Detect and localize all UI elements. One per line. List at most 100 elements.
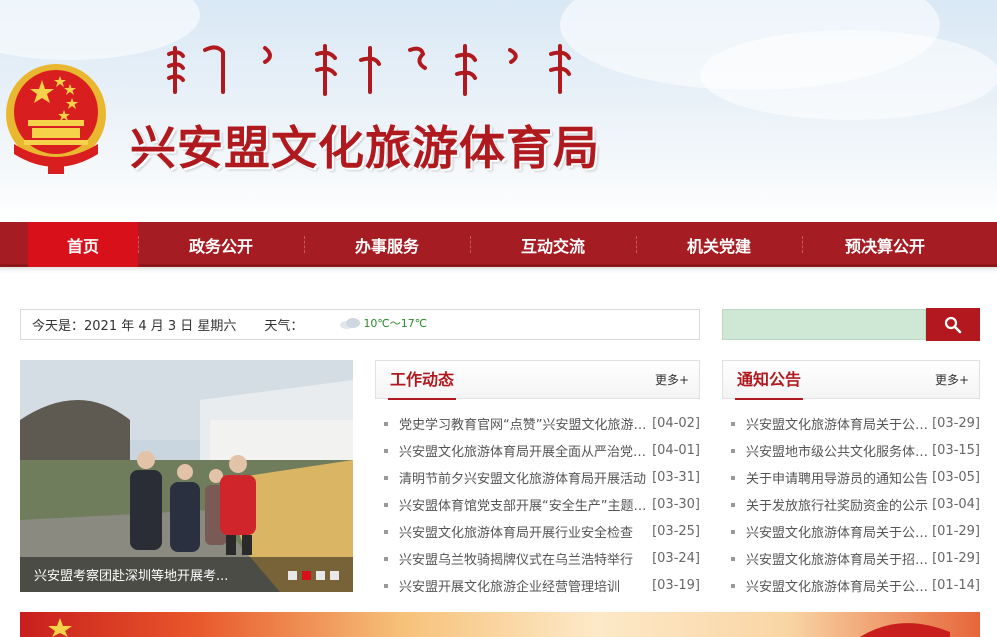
nav-item-2[interactable]: 办事服务 <box>304 222 470 267</box>
list-item[interactable]: 兴安盟地市级公共文化服务体系示范区[03-15] <box>722 437 980 464</box>
notice-list: 兴安盟文化旅游体育局关于公示的通知[03-29]兴安盟地市级公共文化服务体系示范… <box>722 410 980 599</box>
list-item-title[interactable]: 兴安盟开展文化旅游企业经营管理培训 <box>399 576 652 595</box>
list-item[interactable]: 兴安盟乌兰牧骑揭牌仪式在乌兰浩特举行 [03-24] <box>375 545 700 572</box>
list-item[interactable]: 兴安盟文化旅游体育局开展全面从严治党工作 [04-01] <box>375 437 700 464</box>
nav-item-label: 办事服务 <box>354 236 419 256</box>
list-item-title[interactable]: 党史学习教育官网“点赞”兴安盟文化旅游体育局 <box>399 414 652 433</box>
date-weather-bar: 今天是：2021 年 4 月 3 日 星期六 天气： 10℃～17℃ <box>20 309 700 340</box>
bottom-banner[interactable] <box>20 612 980 637</box>
list-item[interactable]: 兴安盟文化旅游体育局关于公示的通知[03-29] <box>722 410 980 437</box>
list-item-title[interactable]: 兴安盟体育馆党支部开展“安全生产”主题活动 <box>399 495 652 514</box>
list-item-date: [03-31] <box>652 470 700 485</box>
list-item[interactable]: 党史学习教育官网“点赞”兴安盟文化旅游体育局 [04-02] <box>375 410 700 437</box>
nav-separator <box>636 236 637 253</box>
nav-item-label: 互动交流 <box>520 236 585 256</box>
bullet-icon <box>384 475 388 480</box>
slider-dot[interactable] <box>302 571 311 580</box>
nav-shadow-bar <box>0 267 997 287</box>
list-item-date: [03-29] <box>932 416 980 431</box>
slider-dot[interactable] <box>316 571 325 580</box>
nav-item-1[interactable]: 政务公开 <box>138 222 304 267</box>
bullet-icon <box>731 475 735 480</box>
search-icon <box>944 316 962 333</box>
list-item[interactable]: 兴安盟文化旅游体育局关于招聘的通知[01-29] <box>722 545 980 572</box>
bullet-icon <box>384 448 388 453</box>
bullet-icon <box>731 556 735 561</box>
list-item-title[interactable]: 关于申请聘用导游员的通知公告 <box>746 468 932 487</box>
list-item[interactable]: 兴安盟文化旅游体育局关于公布的通知[01-14] <box>722 572 980 599</box>
list-item-title[interactable]: 兴安盟文化旅游体育局开展行业安全检查 <box>399 522 652 541</box>
list-item-title[interactable]: 兴安盟乌兰牧骑揭牌仪式在乌兰浩特举行 <box>399 549 652 568</box>
list-item-date: [01-14] <box>932 578 980 593</box>
national-emblem-icon <box>6 64 106 174</box>
list-item-date: [03-25] <box>652 524 700 539</box>
main-nav: 首页 政务公开 办事服务 互动交流 机关党建 预决算公开 <box>0 222 997 267</box>
nav-item-4[interactable]: 机关党建 <box>636 222 802 267</box>
bullet-icon <box>384 421 388 426</box>
nav-item-label: 预决算公开 <box>844 236 925 256</box>
search-input[interactable] <box>722 309 926 340</box>
panel-title[interactable]: 通知公告 <box>735 361 804 400</box>
bullet-icon <box>731 421 735 426</box>
list-item[interactable]: 关于申请聘用导游员的通知公告 [03-05] <box>722 464 980 491</box>
bullet-icon <box>731 448 735 453</box>
list-item[interactable]: 兴安盟开展文化旅游企业经营管理培训 [03-19] <box>375 572 700 599</box>
list-item-title[interactable]: 兴安盟文化旅游体育局关于公示的通知 <box>746 414 932 433</box>
bullet-icon <box>731 502 735 507</box>
list-item-title[interactable]: 兴安盟文化旅游体育局关于公示的通知 <box>746 522 932 541</box>
list-item[interactable]: 兴安盟文化旅游体育局关于公示的通知[01-29] <box>722 518 980 545</box>
nav-separator <box>802 236 803 253</box>
search-button[interactable] <box>926 308 980 341</box>
temperature-text: 10℃～17℃ <box>363 316 428 330</box>
slider-dot[interactable] <box>330 571 339 580</box>
bullet-icon <box>384 583 388 588</box>
date-text: 今天是：2021 年 4 月 3 日 星期六 <box>32 319 237 334</box>
news-list: 党史学习教育官网“点赞”兴安盟文化旅游体育局 [04-02] 兴安盟文化旅游体育局开… <box>375 410 700 599</box>
list-item-date: [03-19] <box>652 578 700 593</box>
bullet-icon <box>384 556 388 561</box>
more-link[interactable]: 更多+ <box>935 361 969 400</box>
list-item-date: [04-02] <box>652 416 700 431</box>
list-item-title[interactable]: 兴安盟地市级公共文化服务体系示范区 <box>746 441 932 460</box>
panel-title[interactable]: 工作动态 <box>388 361 457 400</box>
mongolian-script-title <box>167 44 571 96</box>
list-item-date: [03-15] <box>932 443 980 458</box>
nav-item-label: 首页 <box>66 236 99 256</box>
list-item-title[interactable]: 清明节前夕兴安盟文化旅游体育局开展活动 <box>399 468 652 487</box>
bullet-icon <box>384 529 388 534</box>
list-item-title[interactable]: 兴安盟文化旅游体育局关于招聘的通知 <box>746 549 932 568</box>
cloud-icon <box>340 317 361 329</box>
nav-separator <box>138 236 139 253</box>
bullet-icon <box>384 502 388 507</box>
list-item-date: [01-29] <box>932 551 980 566</box>
site-title: 兴安盟文化旅游体育局 <box>130 121 600 175</box>
nav-item-3[interactable]: 互动交流 <box>470 222 636 267</box>
bullet-icon <box>731 529 735 534</box>
nav-item-label: 机关党建 <box>686 236 751 256</box>
list-item-title[interactable]: 兴安盟文化旅游体育局开展全面从严治党工作 <box>399 441 652 460</box>
work-news-panel: 工作动态 更多+ 党史学习教育官网“点赞”兴安盟文化旅游体育局 [04-02] 兴安… <box>375 360 700 595</box>
nav-item-label: 政务公开 <box>188 236 253 256</box>
list-item[interactable]: 兴安盟体育馆党支部开展“安全生产”主题活动 [03-30] <box>375 491 700 518</box>
list-item-title[interactable]: 兴安盟文化旅游体育局关于公布的通知 <box>746 576 932 595</box>
list-item-date: [04-01] <box>652 443 700 458</box>
list-item-title[interactable]: 关于发放旅行社奖励资金的公示 <box>746 495 932 514</box>
list-item-date: [03-04] <box>932 497 980 512</box>
nav-separator <box>470 236 471 253</box>
list-item[interactable]: 兴安盟文化旅游体育局开展行业安全检查 [03-25] <box>375 518 700 545</box>
nav-items: 首页 政务公开 办事服务 互动交流 机关党建 预决算公开 <box>28 222 997 267</box>
header-cloud <box>700 30 997 120</box>
list-item[interactable]: 关于发放旅行社奖励资金的公示 [03-04] <box>722 491 980 518</box>
slider-dot[interactable] <box>288 571 297 580</box>
more-link[interactable]: 更多+ <box>655 361 689 400</box>
panel-header: 通知公告 更多+ <box>722 360 980 400</box>
nav-item-5[interactable]: 预决算公开 <box>802 222 968 267</box>
photo-slider[interactable]: 兴安盟考察团赴深圳等地开展考... <box>20 360 353 592</box>
bullet-icon <box>731 583 735 588</box>
nav-item-0[interactable]: 首页 <box>28 222 138 267</box>
list-item-date: [03-05] <box>932 470 980 485</box>
list-item[interactable]: 清明节前夕兴安盟文化旅游体育局开展活动 [03-31] <box>375 464 700 491</box>
list-item-date: [03-30] <box>652 497 700 512</box>
banner-decoration <box>48 618 950 637</box>
site-header: 兴安盟文化旅游体育局 <box>0 0 997 222</box>
